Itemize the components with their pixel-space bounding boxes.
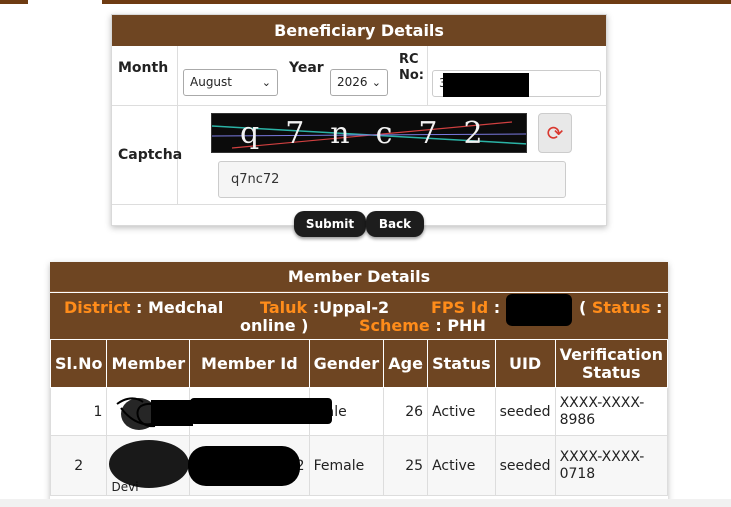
cell-status: Active <box>427 387 496 436</box>
scheme-value: : PHH <box>435 316 486 335</box>
column-header: UID <box>494 339 556 388</box>
cell-uid: seeded <box>494 435 556 496</box>
cell-member-id: 2 <box>188 435 310 496</box>
table-row: 1 Male 26 Active seeded XXXX-X <box>50 387 668 436</box>
rc-label-line1: RC <box>399 52 419 67</box>
captcha-label: Captcha <box>118 147 183 163</box>
cell-gender: Female <box>308 435 385 496</box>
district-label: District <box>64 298 131 317</box>
redaction-block <box>506 294 572 326</box>
top-bar <box>0 0 731 4</box>
back-button[interactable]: Back <box>366 211 424 237</box>
column-header: Age <box>383 339 429 388</box>
column-header: Verification Status <box>554 339 668 388</box>
status-info: ( Status : <box>579 298 662 317</box>
fps-info: FPS Id : 3 <box>431 298 517 317</box>
status-value: online ) <box>240 316 309 335</box>
column-header: Sl.No <box>50 339 108 388</box>
redaction-block <box>443 73 529 97</box>
cell-uid: seeded <box>494 387 556 436</box>
taluk-info: Taluk :Uppal-2 <box>260 298 389 317</box>
captcha-image: q7nc72 <box>211 113 527 153</box>
taluk-label: Taluk <box>260 298 308 317</box>
table-row: 2 Devi 2 Female 25 Active seeded XXXX-XX… <box>50 435 668 496</box>
scheme-info: Scheme : PHH <box>359 316 486 335</box>
scribble-redaction <box>116 397 194 430</box>
column-header: Gender <box>308 339 385 388</box>
district-value: : Medchal <box>136 298 224 317</box>
cell-age: 26 <box>383 387 429 436</box>
redaction-block <box>190 398 333 424</box>
year-selected-value: 2026 <box>337 75 368 89</box>
member-header: Member Details <box>50 262 668 292</box>
cell-member: Devi <box>106 435 191 496</box>
cell-member <box>106 387 194 436</box>
captcha-input[interactable]: q7nc72 <box>218 161 566 198</box>
member-details-card: Member Details District : Medchal Taluk … <box>50 262 668 507</box>
cell-sl-no: 1 <box>50 387 108 436</box>
column-header: Member Id <box>189 339 310 388</box>
column-header: Status <box>427 339 496 388</box>
fps-label: FPS Id <box>431 298 489 317</box>
redaction-block <box>188 446 301 486</box>
cell-sl-no: 2 <box>50 435 108 496</box>
captcha-text: q7nc72 <box>240 116 509 151</box>
rc-label: RC No: <box>399 52 424 84</box>
rc-number-input[interactable]: 3 <box>432 70 601 97</box>
member-table: Sl.No Member Member Id Gender Age Status… <box>50 339 668 496</box>
cell-status: Active <box>427 435 496 496</box>
scribble-redaction <box>109 440 190 488</box>
chevron-down-icon: ⌄ <box>261 76 271 89</box>
submit-button[interactable]: Submit <box>294 211 366 237</box>
chevron-down-icon: ⌄ <box>371 76 381 89</box>
cell-verification: XXXX-XXXX-8986 <box>554 387 668 436</box>
beneficiary-header: Beneficiary Details <box>112 15 606 46</box>
status-label: Status <box>591 298 651 317</box>
column-header: Member <box>106 339 191 388</box>
rc-label-line2: No: <box>399 68 425 83</box>
status-open: ( <box>579 298 587 317</box>
refresh-icon: ⟳ <box>546 121 564 145</box>
year-select[interactable]: 2026 ⌄ <box>330 69 388 96</box>
taluk-value: :Uppal-2 <box>312 298 390 317</box>
month-year-rc-row: Month August ⌄ Year 2026 ⌄ RC No: 3 <box>112 46 606 106</box>
scheme-label: Scheme <box>359 316 430 335</box>
beneficiary-details-card: Beneficiary Details Month August ⌄ Year … <box>111 14 607 237</box>
top-bar-tab <box>28 0 102 4</box>
divider <box>177 46 178 105</box>
cell-member-id <box>189 387 333 436</box>
month-select[interactable]: August ⌄ <box>183 69 278 96</box>
refresh-captcha-button[interactable]: ⟳ <box>538 113 572 153</box>
member-info-bar: District : Medchal Taluk :Uppal-2 FPS Id… <box>50 293 668 339</box>
cell-verification: XXXX-XXXX-0718 <box>554 435 668 496</box>
year-label: Year <box>289 60 324 76</box>
bottom-scroll-area <box>0 499 731 507</box>
district-info: District : Medchal <box>64 298 223 317</box>
divider <box>427 46 428 105</box>
status-colon: : <box>656 298 663 317</box>
table-header-row: Sl.No Member Member Id Gender Age Status… <box>50 339 668 388</box>
month-selected-value: August <box>190 75 232 89</box>
month-label: Month <box>118 60 169 76</box>
captcha-row: Captcha q7nc72 ⟳ q7nc72 <box>112 106 606 205</box>
cell-age: 25 <box>383 435 429 496</box>
